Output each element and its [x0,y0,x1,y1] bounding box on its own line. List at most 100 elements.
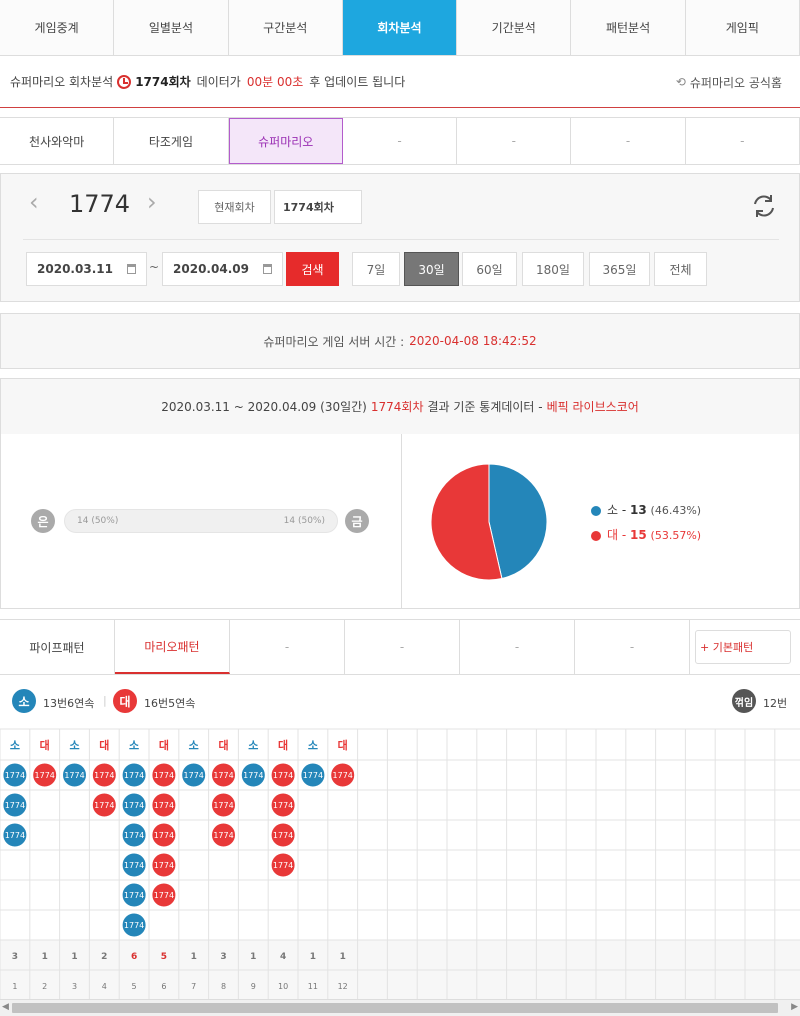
basic-pattern-button[interactable]: + 기본패턴 [695,630,791,664]
search-button[interactable]: 검색 [286,252,339,286]
main-tab-5[interactable]: 기간분석 [457,0,572,55]
period-button-6[interactable]: 전체 [654,252,707,286]
result-label: 1774 [124,861,144,870]
right-badge: 금 [345,509,369,533]
run-count: 1 [250,952,256,962]
pattern-summary: 소 13번6연속 | 대 16번5연속 꺾임 12번 [0,676,800,728]
run-count: 1 [310,952,316,962]
switch-summary-text: 12번 [763,697,788,710]
result-label: 1774 [124,771,144,780]
column-header: 대 [218,738,228,752]
update-info-bar: 슈퍼마리오 회차분석 1774회차 데이터가 00분 00초 후 업데이트 됩니… [0,56,800,108]
pattern-tab-3[interactable]: - [230,620,345,674]
period-button-3[interactable]: 60일 [462,252,517,286]
main-tab-3[interactable]: 구간분석 [228,0,343,55]
round-number: 1774 [69,190,131,218]
date-separator: ~ [149,260,160,274]
pattern-tab-2[interactable]: 마리오패턴 [115,620,230,674]
period-button-5[interactable]: 365일 [589,252,650,286]
game-tab-1[interactable]: 천사와악마 [0,118,115,164]
run-count: 5 [161,952,167,962]
clock-icon [117,74,132,89]
pattern-tab-1[interactable]: 파이프패턴 [0,620,115,674]
horizontal-scrollbar[interactable]: ◀ ▶ [0,999,800,1016]
period-button-1[interactable]: 7일 [352,252,400,286]
result-label: 1774 [124,891,144,900]
result-label: 1774 [154,891,174,900]
summary-separator: | [103,694,107,707]
official-home-link[interactable]: ⟲ 슈퍼마리오 공식홈 [676,56,782,108]
result-label: 1774 [154,831,174,840]
period-button-2[interactable]: 30일 [404,252,459,286]
period-button-4[interactable]: 180일 [522,252,584,286]
run-count: 4 [280,952,286,962]
pattern-grid: 소17741774177431대177412소177413대1774177424… [0,728,800,1002]
result-label: 1774 [273,771,293,780]
column-number: 9 [251,982,256,991]
info-mid: 데이터가 [196,75,241,89]
stats-range: 2020.03.11 ~ 2020.04.09 (30일간) [161,400,367,414]
scroll-thumb[interactable] [12,1003,778,1013]
game-tab-3[interactable]: 슈퍼마리오 [228,118,343,164]
column-header: 대 [159,738,169,752]
pattern-tab-4[interactable]: - [345,620,460,674]
main-tab-7[interactable]: 게임픽 [685,0,800,55]
column-number: 7 [191,982,196,991]
column-number: 3 [72,982,77,991]
result-label: 1774 [64,771,84,780]
calendar-icon [262,264,272,274]
result-label: 1774 [213,831,233,840]
result-label: 1774 [273,801,293,810]
column-header: 소 [308,739,318,752]
result-label: 1774 [124,831,144,840]
refresh-icon[interactable] [750,192,778,220]
prev-round-button[interactable]: ‹ [29,188,39,216]
column-number: 1 [12,982,17,991]
pattern-tab-6[interactable]: - [575,620,690,674]
game-tab-7[interactable]: - [686,118,800,164]
result-label: 1774 [213,801,233,810]
result-label: 1774 [303,771,323,780]
stats-body: 은 14 (50%) 14 (50%) 금 소 - 13 (46.43%) 대 … [0,434,800,609]
next-round-button[interactable]: › [147,188,157,216]
column-number: 12 [338,982,348,991]
start-date-input[interactable]: 2020.03.11 [26,252,147,286]
scroll-right-icon[interactable]: ▶ [791,1002,798,1012]
pie-chart [430,463,548,581]
scroll-left-icon[interactable]: ◀ [2,1002,9,1012]
result-label: 1774 [243,771,263,780]
info-prefix: 슈퍼마리오 회차분석 [10,75,114,89]
server-time-label: 슈퍼마리오 게임 서버 시간 : [263,334,405,349]
current-round-button[interactable]: 현재회차 [198,190,271,224]
main-tab-4[interactable]: 회차분석 [342,0,458,55]
result-label: 1774 [273,861,293,870]
ratio-bar: 14 (50%) 14 (50%) [64,509,338,533]
info-time: 00분 00초 [246,75,304,89]
main-tab-1[interactable]: 게임중계 [0,0,115,55]
legend-big: 대 - 15 (53.57%) [591,526,701,543]
legend-small-count: 13 [630,503,647,517]
column-number: 2 [42,982,47,991]
game-tab-4[interactable]: - [343,118,458,164]
legend-big-label: 대 [607,528,619,542]
game-tab-2[interactable]: 타조게임 [114,118,229,164]
result-label: 1774 [124,921,144,930]
game-tab-5[interactable]: - [457,118,572,164]
column-number: 10 [278,982,288,991]
run-count: 3 [220,952,226,962]
round-input[interactable]: 1774회차 [274,190,362,224]
column-number: 6 [161,982,166,991]
link-icon: ⟲ [675,75,686,89]
legend-small: 소 - 13 (46.43%) [591,501,701,518]
result-label: 1774 [154,861,174,870]
pattern-tab-5[interactable]: - [460,620,575,674]
main-tab-2[interactable]: 일별분석 [114,0,229,55]
result-label: 1774 [124,801,144,810]
column-number: 5 [132,982,137,991]
result-label: 1774 [5,831,25,840]
end-date-input[interactable]: 2020.04.09 [162,252,283,286]
main-tab-6[interactable]: 패턴분석 [571,0,686,55]
run-count: 3 [12,952,18,962]
end-date-value: 2020.04.09 [173,262,249,276]
game-tab-6[interactable]: - [571,118,686,164]
